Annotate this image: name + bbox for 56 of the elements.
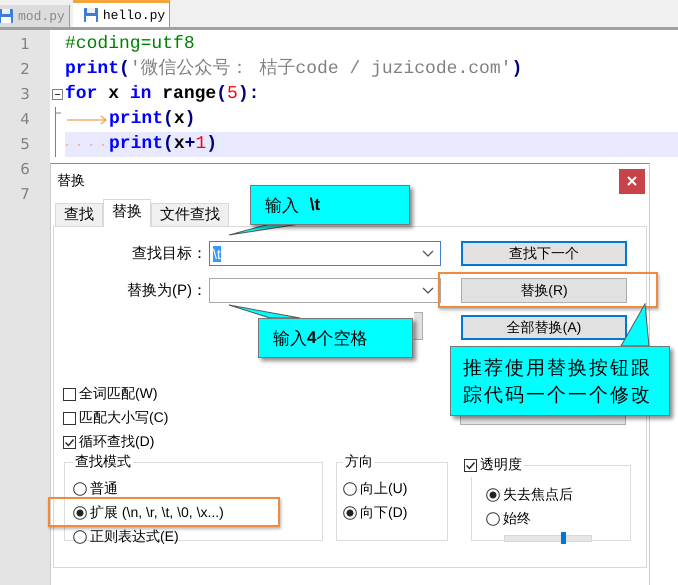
close-button[interactable] <box>619 168 645 194</box>
dialog-tab[interactable]: 替换 <box>103 199 151 227</box>
file-tab[interactable]: hello.py <box>72 0 170 27</box>
tab-arrow-icon <box>65 114 109 124</box>
dialog-button[interactable]: 全部替换(A) <box>461 315 627 340</box>
checkbox[interactable] <box>63 412 76 424</box>
dialog-tab[interactable]: 查找 <box>55 203 103 226</box>
line-number: 5 <box>19 134 31 155</box>
close-icon <box>627 176 637 186</box>
line-number: 7 <box>19 184 31 205</box>
line-number: 1 <box>19 34 31 55</box>
code-line: #coding=utf8 <box>65 33 195 56</box>
checkbox[interactable] <box>63 388 76 400</box>
radio-button[interactable] <box>73 506 87 520</box>
checkbox[interactable] <box>464 458 477 472</box>
fold-minus-icon <box>52 89 63 100</box>
dialog-button[interactable]: 替换(R) <box>461 278 627 303</box>
radio-button[interactable] <box>343 506 357 520</box>
field-label: 替换为(P)： <box>126 281 208 301</box>
radio-label[interactable]: 向上(U) <box>360 480 408 498</box>
radio-button[interactable] <box>486 488 500 502</box>
radio-label[interactable]: 正则表达式(E) <box>90 528 179 546</box>
radio-label[interactable]: 失去焦点后 <box>503 486 573 504</box>
radio-label[interactable]: 扩展 (\n, \r, \t, \0, \x...) <box>90 504 224 522</box>
checkbox-label[interactable]: 匹配大小写(C) <box>79 409 168 427</box>
radio-label[interactable]: 普通 <box>90 480 118 498</box>
line-number: 6 <box>19 159 31 180</box>
line-number: 2 <box>19 59 31 80</box>
code-line: print(x+1) <box>109 133 218 156</box>
button-edge <box>414 312 423 340</box>
line-number: 4 <box>19 109 31 130</box>
group-title: 方向 <box>345 453 373 469</box>
dialog-tab[interactable]: 文件查找 <box>151 203 229 226</box>
dropdown-caret-icon <box>422 286 434 294</box>
checkbox-label[interactable]: 透明度 <box>480 456 522 474</box>
slider-thumb[interactable] <box>560 532 566 544</box>
radio-label[interactable]: 向下(D) <box>360 504 408 522</box>
radio-button[interactable] <box>73 530 87 544</box>
field-label: 查找目标： <box>131 244 208 264</box>
checkbox-label[interactable]: 循环查找(D) <box>79 433 154 451</box>
checkbox[interactable] <box>63 436 76 448</box>
dropdown-caret-icon <box>422 250 434 258</box>
radio-button[interactable] <box>486 512 500 526</box>
line-number: 3 <box>19 84 31 105</box>
code-line: print('微信公众号： 桔子code / juzicode.com') <box>65 57 522 81</box>
code-line: print(x) <box>109 108 196 131</box>
combo-field[interactable] <box>209 278 441 303</box>
checkbox-label[interactable]: 全词匹配(W) <box>79 385 158 403</box>
code-line: for x in range(5): <box>65 83 260 106</box>
radio-label[interactable]: 始终 <box>503 510 531 528</box>
dialog-title: 替换 <box>57 172 85 190</box>
callout: 推荐使用替换按钮跟踪代码一个一个修改 <box>450 346 670 416</box>
radio-button[interactable] <box>73 482 87 496</box>
radio-button[interactable] <box>343 482 357 496</box>
group-title: 查找模式 <box>75 453 131 469</box>
dialog-button[interactable]: 查找下一个 <box>461 241 627 266</box>
